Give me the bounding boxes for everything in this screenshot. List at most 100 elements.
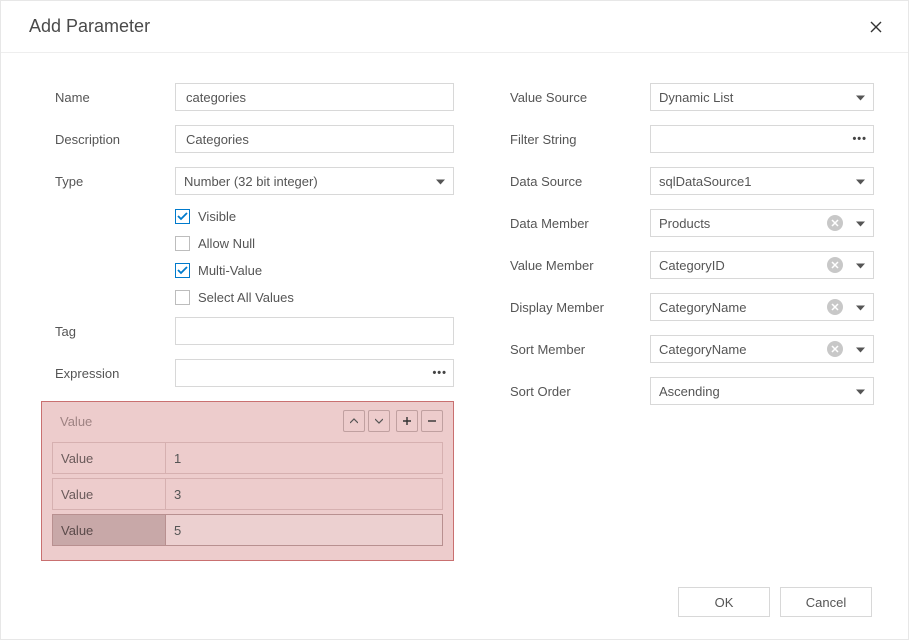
dialog-body: Name Description Type Number (32 bit int… bbox=[1, 53, 908, 561]
clear-button[interactable] bbox=[827, 257, 843, 273]
valuemember-value: CategoryID bbox=[659, 258, 725, 273]
chevron-down-icon bbox=[856, 300, 865, 315]
valuesource-label: Value Source bbox=[510, 90, 650, 105]
expression-row: Expression ••• bbox=[55, 359, 454, 387]
visible-checkbox-label: Visible bbox=[198, 209, 236, 224]
chevron-down-icon bbox=[856, 258, 865, 273]
datasource-select[interactable]: sqlDataSource1 bbox=[650, 167, 874, 195]
add-value-button[interactable] bbox=[396, 410, 418, 432]
name-row: Name bbox=[55, 83, 454, 111]
name-label: Name bbox=[55, 90, 175, 105]
value-panel: Value bbox=[41, 401, 454, 561]
valuesource-select[interactable]: Dynamic List bbox=[650, 83, 874, 111]
name-field[interactable] bbox=[175, 83, 454, 111]
type-value: Number (32 bit integer) bbox=[184, 174, 318, 189]
datamember-select[interactable]: Products bbox=[650, 209, 874, 237]
close-icon bbox=[831, 303, 839, 311]
allownull-checkbox-row: Allow Null bbox=[175, 236, 454, 251]
right-column: Value Source Dynamic List Filter String … bbox=[510, 83, 874, 561]
dialog-footer: OK Cancel bbox=[678, 587, 872, 617]
sortorder-select[interactable]: Ascending bbox=[650, 377, 874, 405]
close-button[interactable] bbox=[866, 17, 886, 37]
value-item-label: Value bbox=[53, 523, 165, 538]
visible-checkbox[interactable] bbox=[175, 209, 190, 224]
allownull-checkbox-label: Allow Null bbox=[198, 236, 255, 251]
tag-input[interactable] bbox=[184, 318, 445, 344]
remove-value-button[interactable] bbox=[421, 410, 443, 432]
chevron-down-icon bbox=[856, 174, 865, 189]
move-down-button[interactable] bbox=[368, 410, 390, 432]
filterstring-ellipsis-button[interactable]: ••• bbox=[852, 133, 867, 145]
valuesource-value: Dynamic List bbox=[659, 90, 733, 105]
filterstring-row: Filter String ••• bbox=[510, 125, 874, 153]
clear-button[interactable] bbox=[827, 215, 843, 231]
type-row: Type Number (32 bit integer) bbox=[55, 167, 454, 195]
name-input[interactable] bbox=[184, 84, 445, 110]
datamember-row: Data Member Products bbox=[510, 209, 874, 237]
visible-checkbox-row: Visible bbox=[175, 209, 454, 224]
datasource-value: sqlDataSource1 bbox=[659, 174, 752, 189]
sortorder-label: Sort Order bbox=[510, 384, 650, 399]
multivalue-checkbox[interactable] bbox=[175, 263, 190, 278]
description-field[interactable] bbox=[175, 125, 454, 153]
chevron-down-icon bbox=[856, 342, 865, 357]
sortmember-label: Sort Member bbox=[510, 342, 650, 357]
value-panel-buttons bbox=[343, 410, 443, 432]
sortorder-row: Sort Order Ascending bbox=[510, 377, 874, 405]
displaymember-value: CategoryName bbox=[659, 300, 746, 315]
displaymember-select[interactable]: CategoryName bbox=[650, 293, 874, 321]
chevron-down-icon bbox=[375, 418, 383, 424]
clear-button[interactable] bbox=[827, 299, 843, 315]
plus-icon bbox=[402, 416, 412, 426]
value-item-field[interactable]: 5 bbox=[165, 515, 442, 545]
expression-input[interactable] bbox=[184, 360, 445, 386]
filterstring-input[interactable] bbox=[659, 126, 865, 152]
selectall-checkbox-row: Select All Values bbox=[175, 290, 454, 305]
close-icon bbox=[831, 261, 839, 269]
datasource-row: Data Source sqlDataSource1 bbox=[510, 167, 874, 195]
check-icon bbox=[177, 212, 188, 221]
tag-row: Tag bbox=[55, 317, 454, 345]
datamember-value: Products bbox=[659, 216, 710, 231]
valuemember-row: Value Member CategoryID bbox=[510, 251, 874, 279]
check-icon bbox=[177, 266, 188, 275]
tag-field[interactable] bbox=[175, 317, 454, 345]
chevron-down-icon bbox=[856, 384, 865, 399]
close-icon bbox=[831, 219, 839, 227]
allownull-checkbox[interactable] bbox=[175, 236, 190, 251]
value-item[interactable]: Value 3 bbox=[52, 478, 443, 510]
datamember-label: Data Member bbox=[510, 216, 650, 231]
displaymember-label: Display Member bbox=[510, 300, 650, 315]
type-select[interactable]: Number (32 bit integer) bbox=[175, 167, 454, 195]
valuemember-label: Value Member bbox=[510, 258, 650, 273]
cancel-button[interactable]: Cancel bbox=[780, 587, 872, 617]
close-icon bbox=[831, 345, 839, 353]
move-up-button[interactable] bbox=[343, 410, 365, 432]
clear-button[interactable] bbox=[827, 341, 843, 357]
titlebar: Add Parameter bbox=[1, 1, 908, 53]
value-item-label: Value bbox=[53, 451, 165, 466]
selectall-checkbox[interactable] bbox=[175, 290, 190, 305]
chevron-down-icon bbox=[856, 90, 865, 105]
datasource-label: Data Source bbox=[510, 174, 650, 189]
selectall-checkbox-label: Select All Values bbox=[198, 290, 294, 305]
valuemember-select[interactable]: CategoryID bbox=[650, 251, 874, 279]
ok-button[interactable]: OK bbox=[678, 587, 770, 617]
filterstring-field[interactable]: ••• bbox=[650, 125, 874, 153]
sortmember-select[interactable]: CategoryName bbox=[650, 335, 874, 363]
value-panel-header: Value bbox=[42, 402, 453, 440]
value-item[interactable]: Value 1 bbox=[52, 442, 443, 474]
expression-field[interactable]: ••• bbox=[175, 359, 454, 387]
value-item[interactable]: Value 5 bbox=[52, 514, 443, 546]
chevron-down-icon bbox=[436, 174, 445, 189]
value-item-label: Value bbox=[53, 487, 165, 502]
chevron-down-icon bbox=[856, 216, 865, 231]
sortorder-value: Ascending bbox=[659, 384, 720, 399]
value-item-field[interactable]: 1 bbox=[165, 443, 442, 473]
tag-label: Tag bbox=[55, 324, 175, 339]
value-item-field[interactable]: 3 bbox=[165, 479, 442, 509]
filterstring-label: Filter String bbox=[510, 132, 650, 147]
description-input[interactable] bbox=[184, 126, 445, 152]
expression-ellipsis-button[interactable]: ••• bbox=[432, 367, 447, 379]
description-row: Description bbox=[55, 125, 454, 153]
